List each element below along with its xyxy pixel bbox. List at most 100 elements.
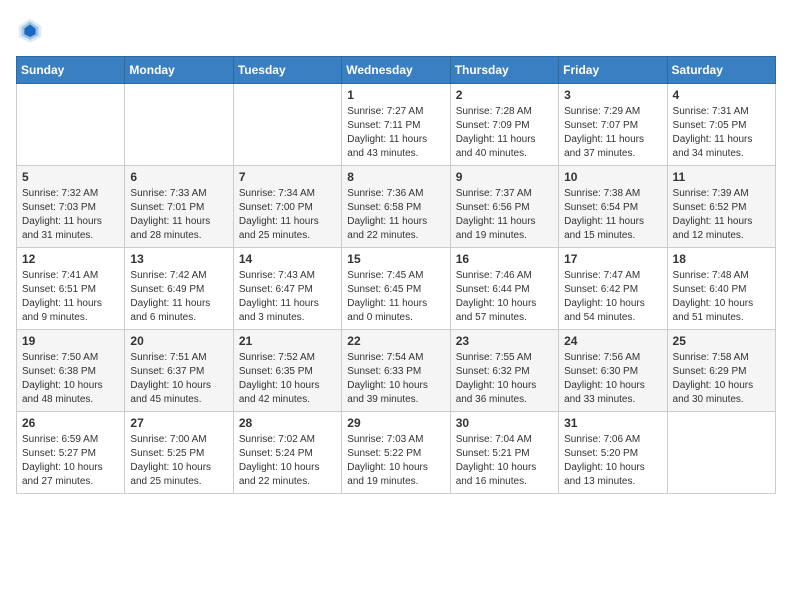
- calendar-cell: 4 Sunrise: 7:31 AM Sunset: 7:05 PM Daylig…: [667, 84, 775, 166]
- day-info: Sunrise: 7:33 AM Sunset: 7:01 PM Dayligh…: [130, 187, 227, 243]
- day-number: 28: [239, 416, 336, 430]
- day-info: Sunrise: 7:38 AM Sunset: 6:54 PM Dayligh…: [564, 187, 661, 243]
- day-info: Sunrise: 7:27 AM Sunset: 7:11 PM Dayligh…: [347, 105, 444, 161]
- calendar-cell: 20 Sunrise: 7:51 AM Sunset: 6:37 PM Dayli…: [125, 330, 233, 412]
- day-header-tuesday: Tuesday: [233, 57, 341, 84]
- day-header-thursday: Thursday: [450, 57, 558, 84]
- day-number: 3: [564, 88, 661, 102]
- day-number: 13: [130, 252, 227, 266]
- calendar-cell: 16 Sunrise: 7:46 AM Sunset: 6:44 PM Dayli…: [450, 248, 558, 330]
- calendar-table: SundayMondayTuesdayWednesdayThursdayFrid…: [16, 56, 776, 494]
- calendar-week-4: 19 Sunrise: 7:50 AM Sunset: 6:38 PM Dayli…: [17, 330, 776, 412]
- day-number: 5: [22, 170, 119, 184]
- day-number: 16: [456, 252, 553, 266]
- day-number: 4: [673, 88, 770, 102]
- calendar-cell: 1 Sunrise: 7:27 AM Sunset: 7:11 PM Daylig…: [342, 84, 450, 166]
- day-number: 26: [22, 416, 119, 430]
- day-number: 1: [347, 88, 444, 102]
- day-info: Sunrise: 7:54 AM Sunset: 6:33 PM Dayligh…: [347, 351, 444, 407]
- calendar-cell: 25Sunrise: 7:58 AM Sunset: 6:29 PM Dayli…: [667, 330, 775, 412]
- day-number: 2: [456, 88, 553, 102]
- calendar-cell: 24 Sunrise: 7:56 AM Sunset: 6:30 PM Dayli…: [559, 330, 667, 412]
- day-number: 7: [239, 170, 336, 184]
- calendar-cell: 7 Sunrise: 7:34 AM Sunset: 7:00 PM Daylig…: [233, 166, 341, 248]
- day-number: 12: [22, 252, 119, 266]
- calendar-cell: 29 Sunrise: 7:03 AM Sunset: 5:22 PM Dayli…: [342, 412, 450, 494]
- calendar-cell: 6 Sunrise: 7:33 AM Sunset: 7:01 PM Daylig…: [125, 166, 233, 248]
- day-info: Sunrise: 7:56 AM Sunset: 6:30 PM Dayligh…: [564, 351, 661, 407]
- calendar-cell: 30Sunrise: 7:04 AM Sunset: 5:21 PM Dayli…: [450, 412, 558, 494]
- day-info: Sunrise: 7:34 AM Sunset: 7:00 PM Dayligh…: [239, 187, 336, 243]
- day-number: 18: [673, 252, 770, 266]
- day-number: 31: [564, 416, 661, 430]
- day-number: 8: [347, 170, 444, 184]
- day-number: 19: [22, 334, 119, 348]
- calendar-header-row: SundayMondayTuesdayWednesdayThursdayFrid…: [17, 57, 776, 84]
- calendar-week-2: 5Sunrise: 7:32 AM Sunset: 7:03 PM Daylig…: [17, 166, 776, 248]
- day-header-sunday: Sunday: [17, 57, 125, 84]
- day-number: 23: [456, 334, 553, 348]
- day-header-wednesday: Wednesday: [342, 57, 450, 84]
- day-info: Sunrise: 7:50 AM Sunset: 6:38 PM Dayligh…: [22, 351, 119, 407]
- day-info: Sunrise: 7:31 AM Sunset: 7:05 PM Dayligh…: [673, 105, 770, 161]
- day-number: 15: [347, 252, 444, 266]
- calendar-cell: 5Sunrise: 7:32 AM Sunset: 7:03 PM Daylig…: [17, 166, 125, 248]
- calendar-cell: [667, 412, 775, 494]
- calendar-cell: [125, 84, 233, 166]
- day-number: 20: [130, 334, 227, 348]
- calendar-cell: 12 Sunrise: 7:41 AM Sunset: 6:51 PM Dayli…: [17, 248, 125, 330]
- day-header-friday: Friday: [559, 57, 667, 84]
- calendar-cell: 28 Sunrise: 7:02 AM Sunset: 5:24 PM Dayli…: [233, 412, 341, 494]
- day-info: Sunrise: 7:36 AM Sunset: 6:58 PM Dayligh…: [347, 187, 444, 243]
- day-info: Sunrise: 7:28 AM Sunset: 7:09 PM Dayligh…: [456, 105, 553, 161]
- day-number: 24: [564, 334, 661, 348]
- day-number: 9: [456, 170, 553, 184]
- calendar-cell: 27 Sunrise: 7:00 AM Sunset: 5:25 PM Dayli…: [125, 412, 233, 494]
- day-info: Sunrise: 7:55 AM Sunset: 6:32 PM Dayligh…: [456, 351, 553, 407]
- logo: [16, 16, 48, 44]
- calendar-cell: 15 Sunrise: 7:45 AM Sunset: 6:45 PM Dayli…: [342, 248, 450, 330]
- day-info: Sunrise: 7:45 AM Sunset: 6:45 PM Dayligh…: [347, 269, 444, 325]
- day-info: Sunrise: 7:47 AM Sunset: 6:42 PM Dayligh…: [564, 269, 661, 325]
- calendar-week-1: 1 Sunrise: 7:27 AM Sunset: 7:11 PM Daylig…: [17, 84, 776, 166]
- calendar-cell: 26 Sunrise: 6:59 AM Sunset: 5:27 PM Dayli…: [17, 412, 125, 494]
- calendar-cell: [233, 84, 341, 166]
- day-number: 10: [564, 170, 661, 184]
- page-header: [16, 16, 776, 44]
- day-info: Sunrise: 7:02 AM Sunset: 5:24 PM Dayligh…: [239, 433, 336, 489]
- calendar-cell: [17, 84, 125, 166]
- day-number: 22: [347, 334, 444, 348]
- day-number: 21: [239, 334, 336, 348]
- day-info: Sunrise: 7:00 AM Sunset: 5:25 PM Dayligh…: [130, 433, 227, 489]
- day-info: Sunrise: 7:03 AM Sunset: 5:22 PM Dayligh…: [347, 433, 444, 489]
- calendar-cell: 9 Sunrise: 7:37 AM Sunset: 6:56 PM Daylig…: [450, 166, 558, 248]
- day-number: 14: [239, 252, 336, 266]
- day-info: Sunrise: 7:42 AM Sunset: 6:49 PM Dayligh…: [130, 269, 227, 325]
- day-info: Sunrise: 7:41 AM Sunset: 6:51 PM Dayligh…: [22, 269, 119, 325]
- calendar-cell: 14 Sunrise: 7:43 AM Sunset: 6:47 PM Dayli…: [233, 248, 341, 330]
- day-info: Sunrise: 7:51 AM Sunset: 6:37 PM Dayligh…: [130, 351, 227, 407]
- logo-icon: [16, 16, 44, 44]
- day-info: Sunrise: 7:39 AM Sunset: 6:52 PM Dayligh…: [673, 187, 770, 243]
- day-info: Sunrise: 7:29 AM Sunset: 7:07 PM Dayligh…: [564, 105, 661, 161]
- calendar-cell: 17Sunrise: 7:47 AM Sunset: 6:42 PM Dayli…: [559, 248, 667, 330]
- day-info: Sunrise: 7:46 AM Sunset: 6:44 PM Dayligh…: [456, 269, 553, 325]
- calendar-cell: 13 Sunrise: 7:42 AM Sunset: 6:49 PM Dayli…: [125, 248, 233, 330]
- day-header-monday: Monday: [125, 57, 233, 84]
- day-number: 11: [673, 170, 770, 184]
- day-number: 29: [347, 416, 444, 430]
- day-info: Sunrise: 6:59 AM Sunset: 5:27 PM Dayligh…: [22, 433, 119, 489]
- calendar-cell: 2 Sunrise: 7:28 AM Sunset: 7:09 PM Daylig…: [450, 84, 558, 166]
- day-info: Sunrise: 7:43 AM Sunset: 6:47 PM Dayligh…: [239, 269, 336, 325]
- calendar-cell: 11 Sunrise: 7:39 AM Sunset: 6:52 PM Dayli…: [667, 166, 775, 248]
- day-number: 30: [456, 416, 553, 430]
- calendar-cell: 22 Sunrise: 7:54 AM Sunset: 6:33 PM Dayli…: [342, 330, 450, 412]
- day-info: Sunrise: 7:58 AM Sunset: 6:29 PM Dayligh…: [673, 351, 770, 407]
- calendar-cell: 18Sunrise: 7:48 AM Sunset: 6:40 PM Dayli…: [667, 248, 775, 330]
- calendar-cell: 21Sunrise: 7:52 AM Sunset: 6:35 PM Dayli…: [233, 330, 341, 412]
- day-number: 6: [130, 170, 227, 184]
- day-header-saturday: Saturday: [667, 57, 775, 84]
- day-number: 27: [130, 416, 227, 430]
- calendar-week-3: 12 Sunrise: 7:41 AM Sunset: 6:51 PM Dayli…: [17, 248, 776, 330]
- day-info: Sunrise: 7:37 AM Sunset: 6:56 PM Dayligh…: [456, 187, 553, 243]
